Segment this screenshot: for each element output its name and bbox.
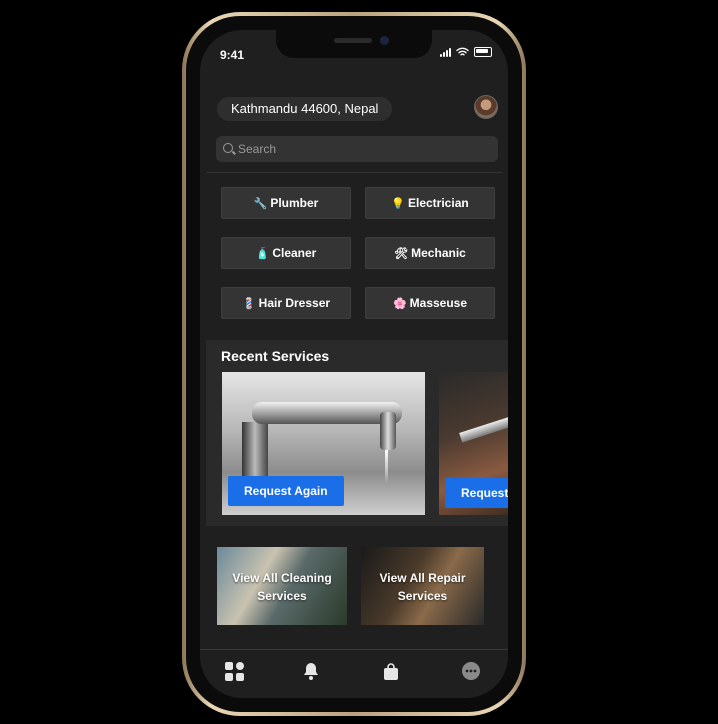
phone-frame: 9:41 Kathmandu 44600, Nepal Search 🔧 Plu… bbox=[182, 12, 526, 716]
dashboard-grid-icon bbox=[224, 661, 244, 681]
water-drop-image bbox=[385, 450, 388, 484]
battery-icon bbox=[474, 47, 492, 57]
stage: 9:41 Kathmandu 44600, Nepal Search 🔧 Plu… bbox=[0, 0, 718, 724]
request-again-button[interactable]: Request Again bbox=[228, 476, 344, 506]
category-cleaner[interactable]: 🧴 Cleaner bbox=[221, 237, 351, 269]
category-mechanic[interactable]: 🛠 Mechanic bbox=[365, 237, 495, 269]
tools-icon: 🛠 bbox=[394, 247, 409, 260]
wifi-icon bbox=[456, 47, 469, 56]
cellular-signal-icon bbox=[440, 47, 451, 57]
spray-bottle-icon: 🧴 bbox=[255, 247, 270, 260]
service-card-label: View All Repair Services bbox=[379, 571, 466, 603]
location-selector[interactable]: Kathmandu 44600, Nepal bbox=[217, 97, 393, 121]
tab-home[interactable] bbox=[223, 660, 245, 682]
tab-bar bbox=[200, 649, 508, 698]
category-plumber[interactable]: 🔧 Plumber bbox=[221, 187, 351, 219]
wrench-icon: 🔧 bbox=[253, 197, 268, 210]
divider bbox=[206, 172, 502, 173]
tab-orders[interactable] bbox=[380, 660, 402, 682]
shopping-bag-icon bbox=[384, 662, 398, 680]
category-label: Mechanic bbox=[411, 246, 466, 260]
phone-bezel: 9:41 Kathmandu 44600, Nepal Search 🔧 Plu… bbox=[186, 16, 522, 712]
front-camera bbox=[380, 36, 389, 45]
faucet-image bbox=[380, 412, 396, 450]
tab-notifications[interactable] bbox=[300, 660, 322, 682]
view-all-repair-card[interactable]: View All Repair Services bbox=[361, 547, 484, 625]
service-card-label: View All Cleaning Services bbox=[232, 571, 332, 603]
category-electrician[interactable]: 💡 Electrician bbox=[365, 187, 495, 219]
phone-screen: 9:41 Kathmandu 44600, Nepal Search 🔧 Plu… bbox=[200, 30, 508, 698]
view-all-cleaning-card[interactable]: View All Cleaning Services bbox=[217, 547, 347, 625]
scissors-image bbox=[459, 411, 508, 443]
tab-messages[interactable] bbox=[460, 660, 482, 682]
status-time: 9:41 bbox=[220, 48, 245, 62]
lightbulb-icon: 💡 bbox=[391, 197, 405, 210]
section-title: Recent Services bbox=[221, 348, 330, 364]
category-label: Cleaner bbox=[272, 246, 317, 260]
category-label: Hair Dresser bbox=[258, 296, 331, 310]
bell-icon bbox=[304, 662, 318, 680]
category-hair-dresser[interactable]: 💈 Hair Dresser bbox=[221, 287, 351, 319]
category-masseuse[interactable]: 🌸 Masseuse bbox=[365, 287, 495, 319]
notch bbox=[276, 30, 432, 58]
status-icons bbox=[440, 47, 492, 57]
recent-service-card[interactable]: Request Again bbox=[222, 372, 425, 515]
request-again-button[interactable]: Request Again bbox=[445, 478, 508, 508]
avatar[interactable] bbox=[474, 95, 498, 119]
speaker-grille bbox=[334, 38, 372, 43]
search-input[interactable]: Search bbox=[216, 136, 498, 162]
flower-icon: 🌸 bbox=[392, 297, 407, 310]
search-icon bbox=[223, 143, 233, 153]
category-label: Masseuse bbox=[409, 296, 468, 310]
recent-service-card[interactable]: Request Again bbox=[439, 372, 508, 515]
barber-pole-icon: 💈 bbox=[241, 297, 256, 310]
category-label: Electrician bbox=[408, 196, 469, 210]
recent-services-section: Recent Services Request Again Request Ag… bbox=[206, 340, 508, 526]
search-placeholder: Search bbox=[238, 142, 277, 156]
category-label: Plumber bbox=[270, 196, 319, 210]
chat-bubble-icon bbox=[462, 662, 480, 680]
